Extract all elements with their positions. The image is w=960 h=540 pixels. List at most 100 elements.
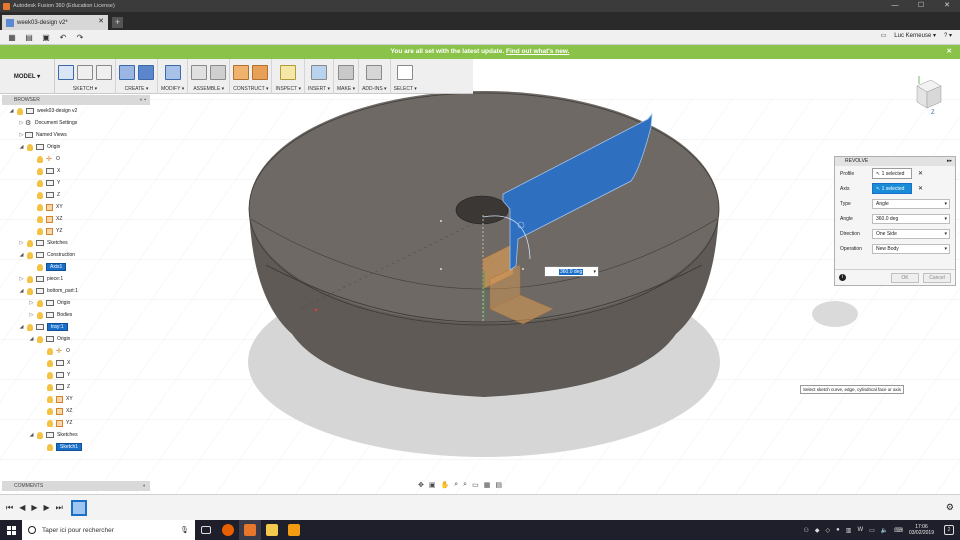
- workspace-switcher[interactable]: MODEL ▾: [0, 59, 55, 94]
- profile-selector[interactable]: ↖ 1 selected: [872, 168, 912, 179]
- tree-item-tray-origin[interactable]: ◢ Origin: [2, 333, 150, 345]
- tree-item-x-axis[interactable]: X: [2, 165, 150, 177]
- tree-item-tray[interactable]: ◢ tray:1: [2, 321, 150, 333]
- visibility-bulb-icon[interactable]: [47, 371, 53, 379]
- construct-menu[interactable]: CONSTRUCT ▾: [233, 86, 268, 92]
- info-icon[interactable]: i: [839, 274, 846, 281]
- visibility-bulb-icon[interactable]: [37, 227, 43, 235]
- visibility-bulb-icon[interactable]: [47, 407, 53, 415]
- visibility-bulb-icon[interactable]: [27, 287, 33, 295]
- tree-item-xy-plane[interactable]: XY: [2, 201, 150, 213]
- grid-settings-icon[interactable]: ▦: [484, 481, 491, 489]
- assemble-group[interactable]: ASSEMBLE ▾: [188, 59, 231, 94]
- job-status-icon[interactable]: ▭: [881, 32, 887, 39]
- tree-item-tray-xz-plane[interactable]: XZ: [2, 405, 150, 417]
- add-ins-menu[interactable]: ADD-INS ▾: [362, 86, 386, 92]
- tree-item-origin-point[interactable]: ✛ O: [2, 153, 150, 165]
- add-ins-group[interactable]: ADD-INS ▾: [359, 59, 391, 94]
- visibility-bulb-icon[interactable]: [37, 299, 43, 307]
- close-tab-icon[interactable]: ✕: [98, 17, 104, 25]
- create-group[interactable]: CREATE ▾: [116, 59, 158, 94]
- tree-item-origin[interactable]: ◢ Origin: [2, 141, 150, 153]
- tree-item-tray-yz-plane[interactable]: YZ: [2, 417, 150, 429]
- orbit-icon[interactable]: ✥: [418, 481, 424, 489]
- select-group[interactable]: SELECT ▾: [391, 59, 420, 94]
- fusion-taskbar-icon[interactable]: [239, 520, 261, 540]
- maximize-button[interactable]: ☐: [908, 0, 934, 12]
- 3d-print-icon[interactable]: [338, 64, 355, 80]
- tray-app-icon[interactable]: ●: [836, 527, 840, 533]
- tree-item-tray-x-axis[interactable]: X: [2, 357, 150, 369]
- gear-icon[interactable]: ⚙: [946, 502, 954, 513]
- file-explorer-icon[interactable]: [261, 520, 283, 540]
- ok-button[interactable]: OK: [891, 272, 919, 283]
- insert-menu[interactable]: INSERT ▾: [308, 86, 330, 92]
- chevron-down-icon[interactable]: ▾: [593, 269, 596, 275]
- modify-menu[interactable]: MODIFY ▾: [161, 86, 184, 92]
- tray-app-icon[interactable]: ◆: [815, 527, 820, 534]
- axis-selector[interactable]: ↖ 1 selected: [872, 183, 912, 194]
- make-menu[interactable]: MAKE ▾: [337, 86, 355, 92]
- tree-item-bodies[interactable]: ▷ Bodies: [2, 309, 150, 321]
- tree-item-sketch1[interactable]: Sketch1: [2, 441, 150, 453]
- tree-item-z-axis[interactable]: Z: [2, 189, 150, 201]
- help-menu[interactable]: ? ▾: [944, 32, 952, 39]
- start-button[interactable]: [0, 520, 22, 540]
- visibility-bulb-icon[interactable]: [47, 419, 53, 427]
- tree-item-sketches[interactable]: ▷ Sketches: [2, 237, 150, 249]
- close-notification-icon[interactable]: ✕: [947, 45, 952, 59]
- minimize-button[interactable]: —: [882, 0, 908, 12]
- volume-icon[interactable]: 🔈: [881, 527, 888, 534]
- visibility-bulb-icon[interactable]: [37, 203, 43, 211]
- step-forward-icon[interactable]: ▶: [44, 503, 50, 512]
- visibility-bulb-icon[interactable]: [37, 431, 43, 439]
- create-menu[interactable]: CREATE ▾: [125, 86, 149, 92]
- browser-controls[interactable]: ◐ ▪: [140, 95, 146, 105]
- clear-axis-icon[interactable]: ✕: [918, 185, 923, 192]
- tree-item-xz-plane[interactable]: XZ: [2, 213, 150, 225]
- clock[interactable]: 17:06 03/02/2019: [909, 524, 934, 536]
- document-tab[interactable]: week03-design v2* ✕: [2, 15, 108, 30]
- play-icon[interactable]: ▶: [31, 503, 37, 512]
- zoom-icon[interactable]: ⌕: [454, 481, 458, 489]
- pan-icon[interactable]: ✋: [441, 481, 450, 489]
- action-center-icon[interactable]: 2: [944, 525, 954, 535]
- view-cube[interactable]: Z: [905, 74, 945, 114]
- visibility-bulb-icon[interactable]: [27, 323, 33, 331]
- redo-icon[interactable]: ↷: [75, 33, 85, 42]
- construct-group[interactable]: CONSTRUCT ▾: [230, 59, 273, 94]
- visibility-bulb-icon[interactable]: [27, 239, 33, 247]
- box-icon[interactable]: [119, 64, 135, 80]
- tree-item-bottom-origin[interactable]: ▷ Origin: [2, 297, 150, 309]
- data-panel-grid-icon[interactable]: ▦: [7, 33, 17, 42]
- sketch-group[interactable]: SKETCH ▾: [55, 59, 116, 94]
- battery-icon[interactable]: ▭: [869, 527, 875, 534]
- visibility-bulb-icon[interactable]: [27, 251, 33, 259]
- assemble-menu[interactable]: ASSEMBLE ▾: [193, 86, 224, 92]
- taskbar-search[interactable]: Taper ici pour rechercher 🎙: [22, 520, 195, 540]
- save-icon[interactable]: ▣: [41, 33, 51, 42]
- angle-field[interactable]: 360.0 deg ▾: [872, 213, 950, 224]
- select-cursor-icon[interactable]: [397, 64, 414, 80]
- modify-group[interactable]: MODIFY ▾: [158, 59, 189, 94]
- inspect-group[interactable]: INSPECT ▾: [272, 59, 305, 94]
- expand-dialog-icon[interactable]: ▸▸: [947, 157, 952, 166]
- visibility-bulb-icon[interactable]: [47, 395, 53, 403]
- new-component-icon[interactable]: [191, 64, 208, 80]
- scripts-icon[interactable]: [366, 64, 383, 80]
- visibility-bulb-icon[interactable]: [37, 263, 43, 271]
- network-icon[interactable]: ▥: [846, 527, 852, 534]
- tree-item-construction[interactable]: ◢ Construction: [2, 249, 150, 261]
- visibility-bulb-icon[interactable]: [37, 311, 43, 319]
- display-settings-icon[interactable]: ▭: [472, 481, 479, 489]
- joint-icon[interactable]: [210, 64, 227, 80]
- word-icon[interactable]: W: [857, 527, 863, 533]
- select-menu[interactable]: SELECT ▾: [394, 86, 417, 92]
- visibility-bulb-icon[interactable]: [17, 107, 23, 115]
- microphone-icon[interactable]: 🎙: [180, 526, 189, 534]
- go-to-end-icon[interactable]: ⏭: [56, 503, 63, 513]
- look-at-icon[interactable]: ▣: [429, 481, 436, 489]
- visibility-bulb-icon[interactable]: [27, 275, 33, 283]
- type-dropdown[interactable]: Angle ▾: [872, 198, 950, 209]
- axis-icon[interactable]: [252, 64, 269, 80]
